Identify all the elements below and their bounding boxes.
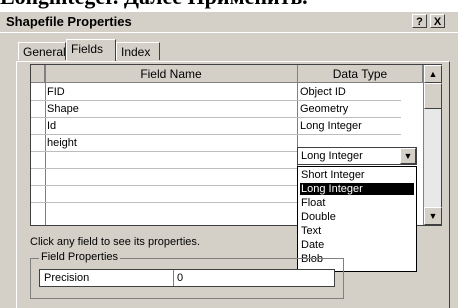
field-name-cell[interactable]: Shape — [47, 103, 79, 115]
tab-index[interactable]: Index — [116, 42, 160, 60]
option-date[interactable]: Date — [300, 239, 414, 251]
option-float[interactable]: Float — [300, 197, 414, 209]
row-divider — [31, 134, 401, 135]
data-type-cell[interactable]: Long Integer — [300, 120, 362, 132]
help-text: Click any field to see its properties. — [30, 236, 200, 248]
scroll-down-icon[interactable]: ▼ — [424, 207, 442, 225]
data-type-cell[interactable]: Geometry — [300, 103, 348, 115]
option-long-integer[interactable]: Long Integer — [300, 183, 414, 195]
dropdown-value: Long Integer — [301, 150, 363, 162]
data-type-cell[interactable]: Object ID — [300, 86, 346, 98]
precision-row[interactable]: Precision 0 — [39, 269, 335, 287]
close-button[interactable]: X — [430, 14, 445, 28]
field-name-cell[interactable]: height — [47, 137, 77, 149]
grid-scrollbar[interactable]: ▲ ▼ — [423, 65, 442, 225]
tab-fields[interactable]: Fields — [66, 39, 116, 61]
tab-general[interactable]: General — [18, 42, 66, 60]
row-header-corner — [31, 65, 45, 83]
field-name-cell[interactable]: FID — [47, 86, 65, 98]
option-double[interactable]: Double — [300, 211, 414, 223]
scroll-thumb[interactable] — [424, 83, 442, 109]
grid-divider — [45, 65, 46, 225]
data-type-dropdown[interactable]: Long Integer ▼ — [297, 147, 417, 165]
option-short-integer[interactable]: Short Integer — [300, 169, 414, 181]
field-properties-group: Field Properties Precision 0 — [30, 251, 344, 299]
help-button[interactable]: ? — [412, 14, 427, 28]
data-type-options-list[interactable]: Short Integer Long Integer Float Double … — [297, 166, 417, 272]
grid-divider — [173, 270, 174, 286]
chevron-down-icon[interactable]: ▼ — [400, 148, 416, 164]
column-header-data-type[interactable]: Data Type — [298, 65, 423, 83]
title-bar: Shapefile Properties ? X — [0, 12, 458, 33]
option-text[interactable]: Text — [300, 225, 414, 237]
row-divider — [31, 100, 401, 101]
field-properties-legend: Field Properties — [39, 251, 121, 263]
shapefile-properties-dialog: Shapefile Properties ? X General Fields … — [0, 12, 458, 308]
row-divider — [31, 117, 401, 118]
precision-value[interactable]: 0 — [177, 272, 183, 284]
column-header-field-name[interactable]: Field Name — [45, 65, 298, 83]
window-title: Shapefile Properties — [6, 14, 132, 29]
scroll-up-icon[interactable]: ▲ — [424, 65, 442, 83]
precision-label: Precision — [44, 272, 90, 284]
field-name-cell[interactable]: Id — [47, 120, 56, 132]
